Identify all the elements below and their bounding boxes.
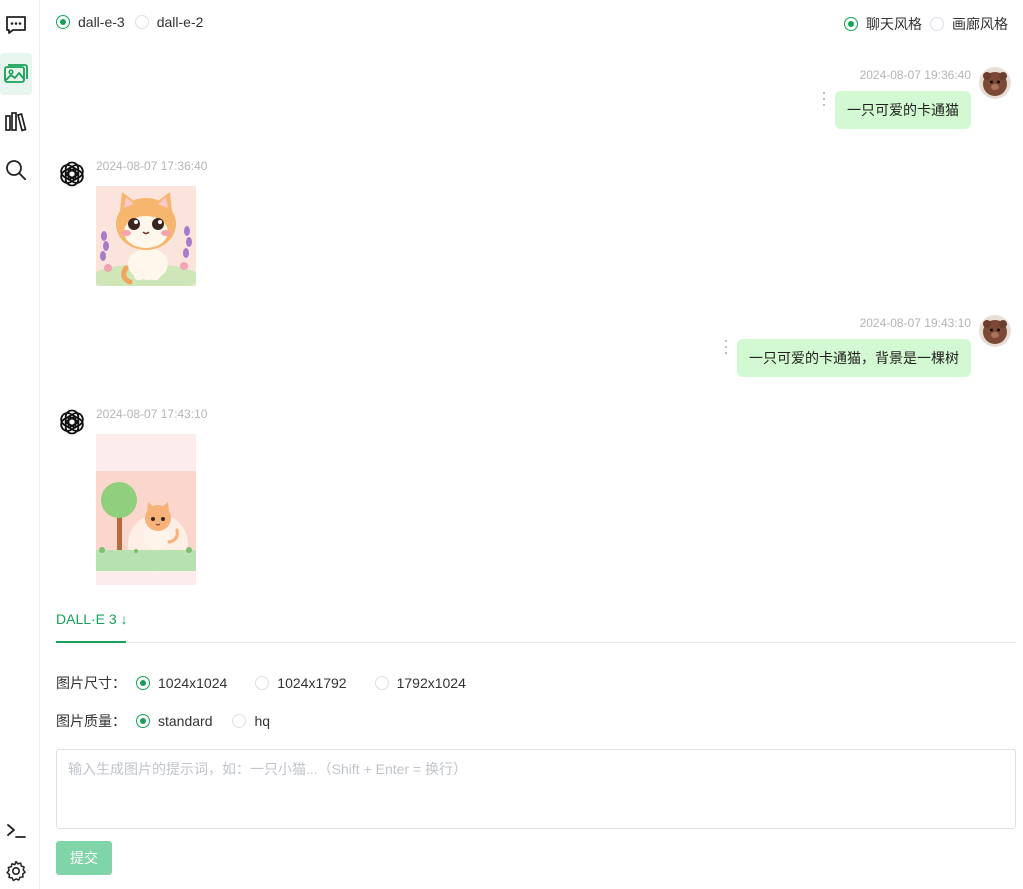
- size-option-label: 1024x1792: [277, 675, 347, 691]
- image-size-label: 图片尺寸：: [56, 675, 126, 691]
- image-size-row: 图片尺寸： 1024x1024 1024x1792 1792x1024: [56, 671, 494, 695]
- quality-option-hq[interactable]: hq: [232, 713, 270, 729]
- cartoon-cat-with-tree-image[interactable]: [96, 434, 196, 585]
- message-more-icon[interactable]: [724, 340, 728, 354]
- message-more-icon[interactable]: [822, 92, 826, 106]
- radio-dot: [136, 714, 150, 728]
- size-option-1024x1792[interactable]: 1024x1792: [255, 675, 347, 691]
- image-gallery-icon: [4, 64, 28, 83]
- radio-dot: [56, 15, 70, 29]
- prompt-input[interactable]: 输入生成图片的提示词，如：一只小猫...（Shift + Enter = 换行）: [56, 749, 1016, 829]
- model-option-label: dall-e-3: [78, 14, 125, 30]
- model-option-dall-e-2[interactable]: dall-e-2: [134, 14, 204, 30]
- model-option-label: dall-e-2: [156, 14, 204, 30]
- sidebar-item-image[interactable]: [0, 53, 32, 95]
- message-timestamp: 2024-08-07 17:36:40: [96, 159, 208, 173]
- size-option-1792x1024[interactable]: 1792x1024: [374, 675, 466, 691]
- search-icon: [6, 160, 27, 181]
- library-icon: [5, 112, 27, 132]
- radio-dot: [136, 676, 150, 690]
- cute-cartoon-cat-image[interactable]: [96, 186, 196, 286]
- openai-logo-icon: [60, 409, 84, 435]
- message-timestamp: 2024-08-07 17:43:10: [96, 407, 208, 421]
- terminal-button[interactable]: [0, 810, 32, 852]
- image-quality-row: 图片质量： standard hq: [56, 709, 298, 733]
- quality-option-label: standard: [158, 713, 213, 729]
- message-timestamp: 2024-08-07 19:43:10: [859, 316, 971, 330]
- size-option-label: 1024x1024: [158, 675, 228, 691]
- radio-dot: [255, 676, 270, 690]
- sidebar-item-chat[interactable]: [0, 4, 32, 46]
- sidebar-item-library[interactable]: [0, 101, 32, 143]
- model-select: dall-e-3 dall-e-2: [56, 14, 211, 30]
- sidebar: [0, 0, 40, 889]
- style-option-label: 画廊风格: [952, 16, 1008, 32]
- tab-active-indicator: [56, 641, 126, 643]
- size-option-label: 1792x1024: [396, 675, 466, 691]
- radio-dot: [844, 17, 858, 31]
- sidebar-item-search[interactable]: [0, 149, 32, 191]
- radio-dot: [930, 17, 944, 31]
- submit-button[interactable]: 提交: [56, 841, 112, 875]
- radio-dot: [134, 15, 149, 29]
- size-option-1024x1024[interactable]: 1024x1024: [136, 675, 227, 691]
- style-option-chat[interactable]: 聊天风格: [844, 14, 922, 34]
- user-avatar[interactable]: [979, 315, 1011, 347]
- style-select: 聊天风格 画廊风格: [844, 14, 1008, 34]
- style-option-gallery[interactable]: 画廊风格: [930, 14, 1008, 34]
- image-quality-label: 图片质量：: [56, 713, 126, 729]
- radio-dot: [232, 714, 247, 728]
- settings-button[interactable]: [0, 850, 32, 889]
- radio-dot: [374, 676, 389, 690]
- model-tabs: DALL·E 3 ↓: [56, 603, 1016, 643]
- model-option-dall-e-3[interactable]: dall-e-3: [56, 14, 125, 30]
- chat-icon: [6, 16, 26, 34]
- openai-logo-icon: [60, 161, 84, 187]
- terminal-icon: [7, 824, 26, 838]
- quality-option-standard[interactable]: standard: [136, 713, 212, 729]
- user-avatar[interactable]: [979, 67, 1011, 99]
- user-message-bubble: 一只可爱的卡通猫，背景是一棵树: [737, 339, 971, 377]
- user-message-bubble: 一只可爱的卡通猫: [835, 91, 971, 129]
- tab-dall-e-3[interactable]: DALL·E 3 ↓: [56, 611, 128, 627]
- style-option-label: 聊天风格: [866, 16, 922, 32]
- gear-icon: [6, 860, 26, 882]
- message-timestamp: 2024-08-07 19:36:40: [859, 68, 971, 82]
- quality-option-label: hq: [254, 713, 271, 729]
